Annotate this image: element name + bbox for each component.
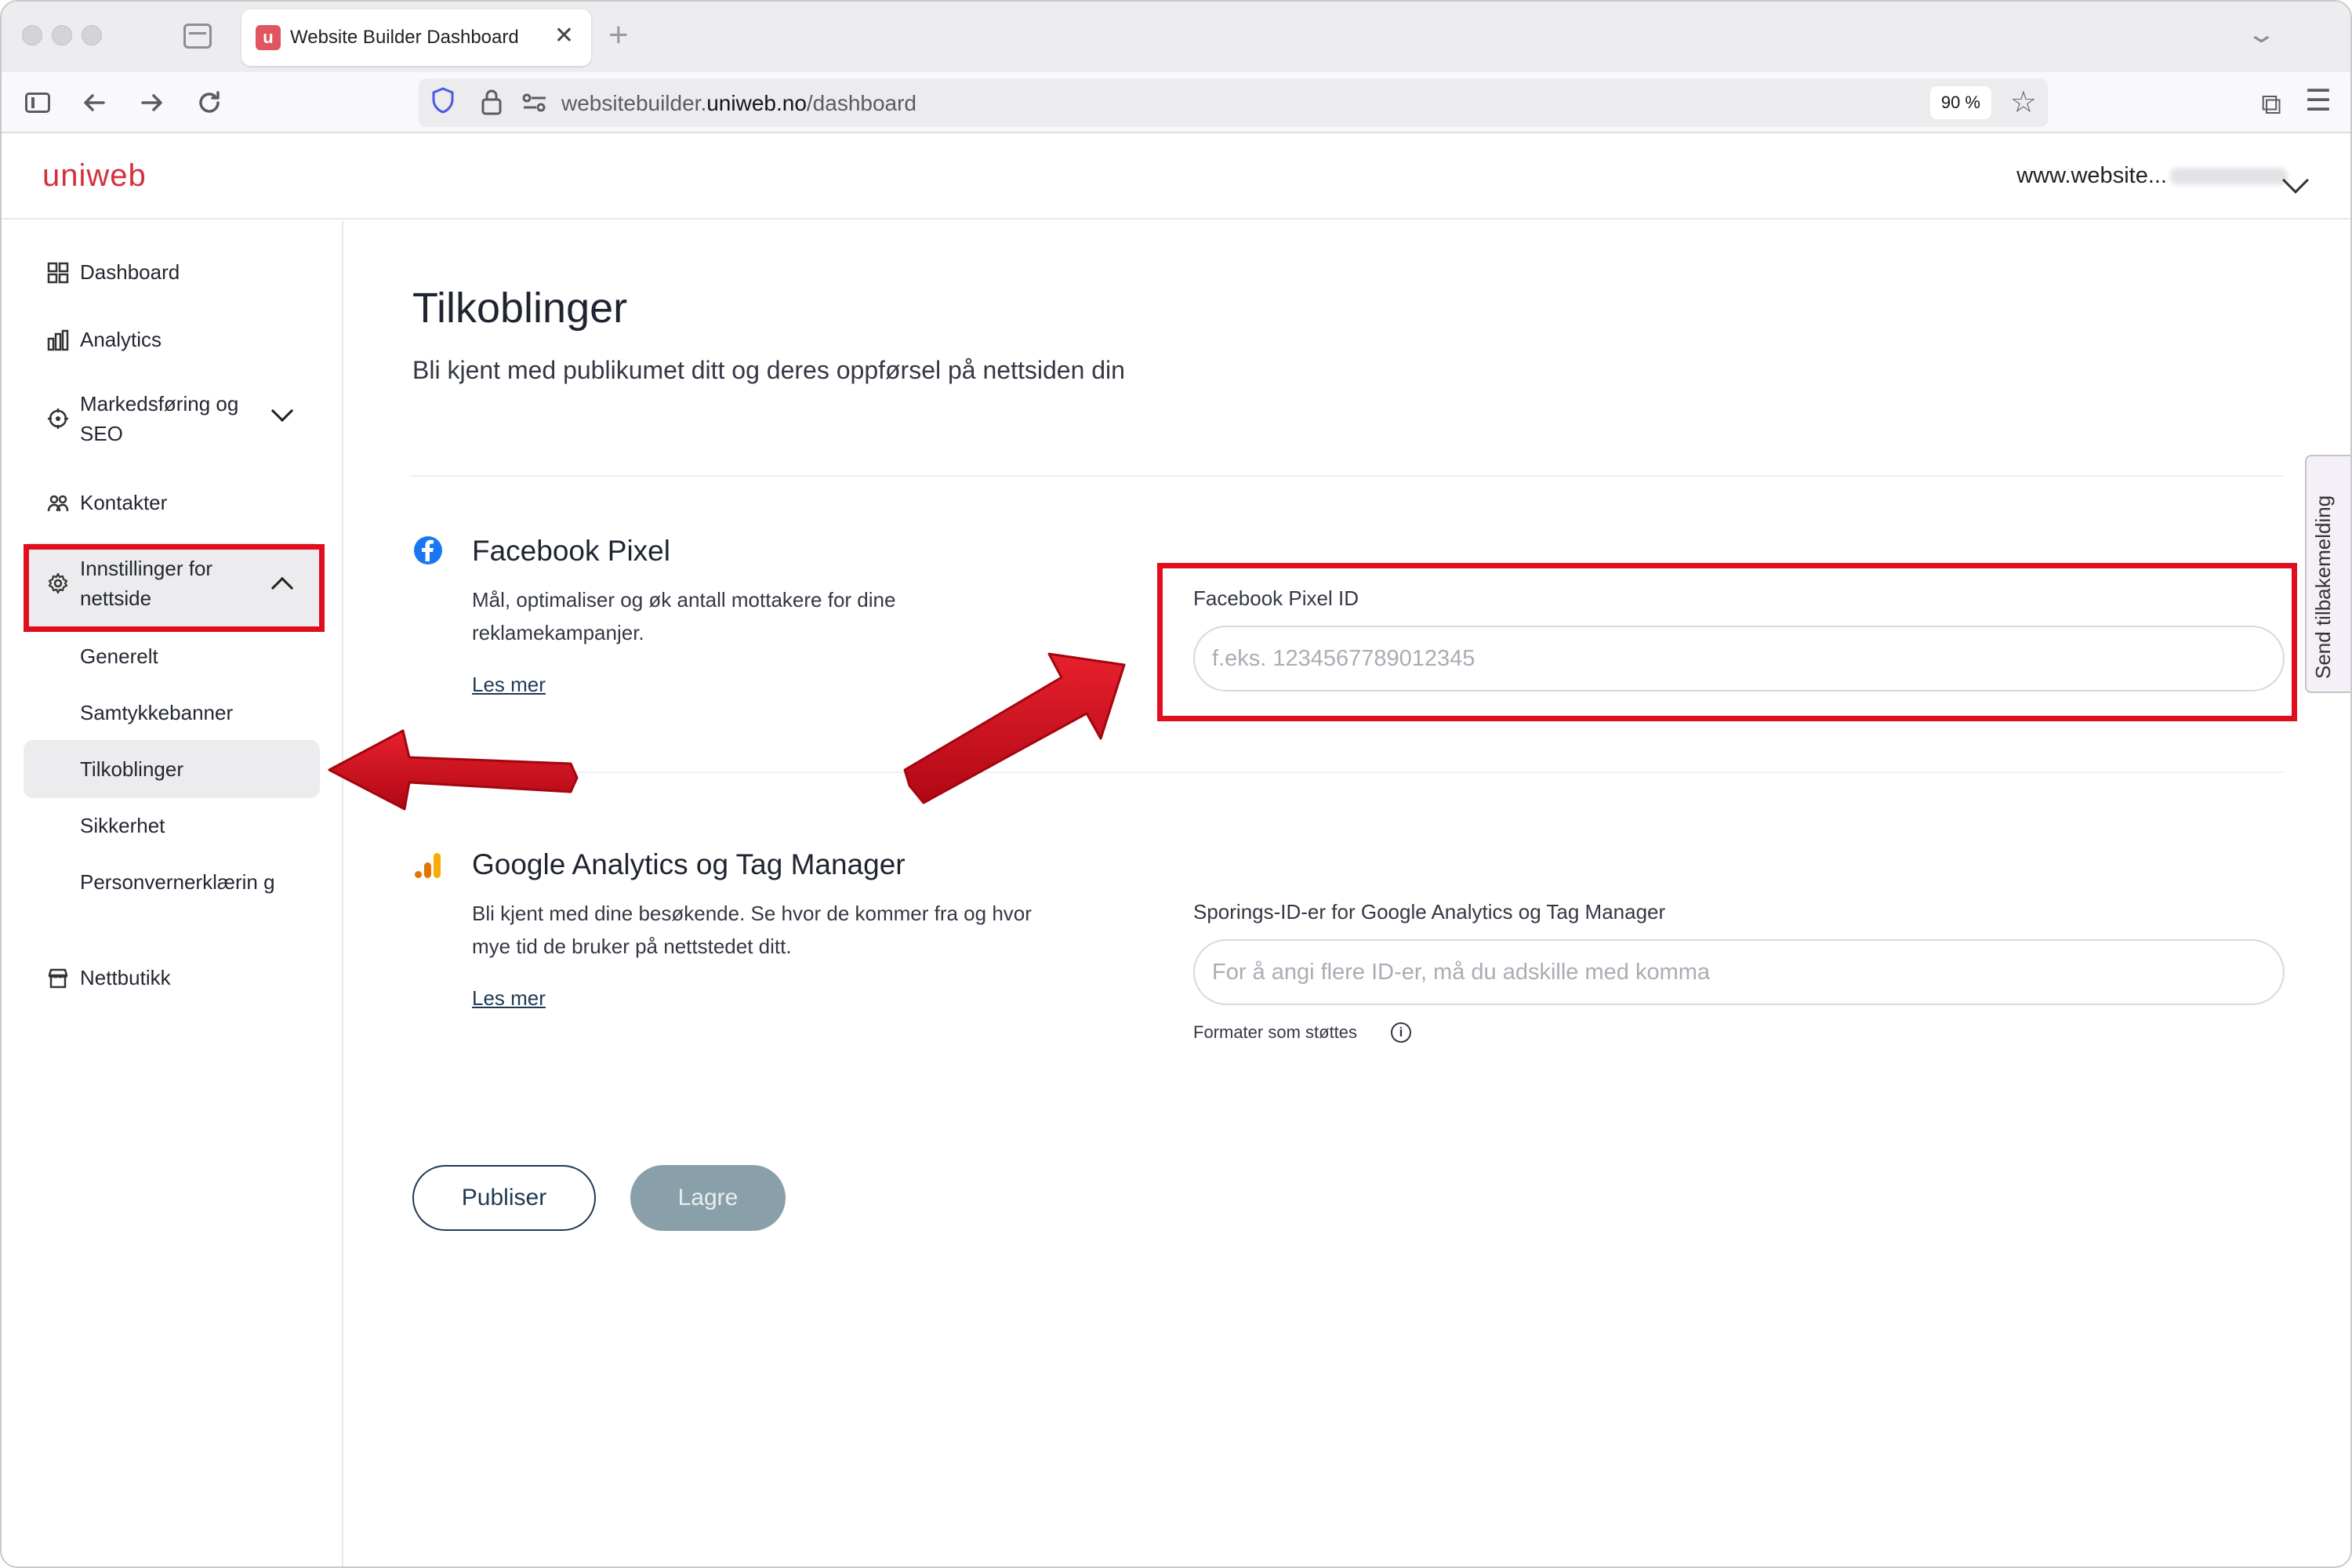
people-icon — [47, 495, 69, 512]
uniweb-logo[interactable]: uniweb — [42, 158, 147, 194]
arrow-to-connections — [328, 729, 579, 811]
sub-item-security[interactable]: Sikkerhet — [80, 811, 165, 840]
bookmark-star-icon[interactable]: ☆ — [2010, 85, 2037, 120]
close-tab-icon[interactable]: ✕ — [554, 22, 574, 49]
google-analytics-icon — [415, 853, 441, 878]
bar-chart-icon — [47, 329, 69, 351]
forward-icon[interactable] — [136, 88, 166, 118]
sidebar-item-webshop[interactable]: Nettbutikk — [24, 963, 320, 994]
url-bar[interactable]: websitebuilder.uniweb.no/dashboard 90 % … — [419, 78, 2048, 127]
tracking-ids-input[interactable] — [1193, 939, 2285, 1005]
target-icon — [48, 408, 68, 429]
blurred-domain — [2170, 168, 2288, 186]
lock-icon[interactable] — [480, 88, 503, 116]
tab-bar: u Website Builder Dashboard ✕ + ⌄ — [2, 2, 2350, 72]
supported-formats-label: Formater som støttes — [1193, 1022, 1358, 1042]
sidebar: Dashboard Analytics Markedsføring og SEO… — [2, 221, 343, 1566]
sidebar-item-label: Analytics — [80, 328, 162, 351]
back-icon[interactable] — [80, 88, 110, 118]
google-analytics-title: Google Analytics og Tag Manager — [472, 848, 906, 880]
info-icon[interactable]: i — [1391, 1022, 1411, 1043]
site-selector[interactable]: www.website... — [2016, 163, 2288, 189]
sidebar-highlight-box — [24, 544, 325, 632]
sidebar-toggle-icon[interactable] — [25, 93, 50, 113]
annotation-arrows — [328, 652, 1126, 811]
minimize-window-button[interactable] — [52, 25, 72, 45]
google-analytics-description: Bli kjent med dine besøkende. Se hvor de… — [472, 902, 1032, 958]
store-icon — [48, 968, 68, 989]
zoom-badge[interactable]: 90 % — [1929, 86, 1991, 119]
facebook-icon — [414, 536, 442, 564]
facebook-learn-more-link[interactable]: Les mer — [472, 673, 546, 697]
tracking-ids-label: Sporings-ID-er for Google Analytics og T… — [1193, 900, 1666, 924]
google-learn-more-link[interactable]: Les mer — [472, 986, 546, 1011]
page-subtitle: Bli kjent med publikumet ditt og deres o… — [412, 356, 1125, 384]
dashboard-grid-icon — [47, 262, 69, 284]
close-window-button[interactable] — [22, 25, 42, 45]
browser-window: u Website Builder Dashboard ✕ + ⌄ websit… — [0, 0, 2352, 1568]
facebook-pixel-description: Mål, optimaliser og øk antall mottakere … — [472, 588, 896, 644]
menu-icon[interactable]: ☰ — [2305, 83, 2332, 118]
sidebar-item-dashboard[interactable]: Dashboard — [24, 257, 320, 289]
new-tab-icon[interactable]: + — [608, 16, 629, 55]
sidebar-item-label: Markedsføring og SEO — [80, 392, 239, 445]
url-text[interactable]: websitebuilder.uniweb.no/dashboard — [561, 91, 916, 116]
pixel-field-highlight-box — [1157, 563, 2297, 721]
section-divider — [409, 475, 2283, 477]
sidebar-item-analytics[interactable]: Analytics — [24, 325, 320, 356]
navigation-bar: websitebuilder.uniweb.no/dashboard 90 % … — [2, 72, 2350, 133]
extensions-icon[interactable]: ⧉ — [2261, 88, 2281, 122]
maximize-window-button[interactable] — [82, 25, 102, 45]
section-divider — [409, 771, 2283, 773]
sidebar-item-label: Kontakter — [80, 491, 168, 514]
app-header: uniweb www.website... — [2, 133, 2350, 220]
feedback-label[interactable]: Send tilbakemelding — [2311, 495, 2336, 679]
sidebar-item-label: Dashboard — [80, 260, 180, 284]
permissions-icon[interactable] — [521, 91, 549, 114]
save-button[interactable]: Lagre — [630, 1165, 786, 1231]
sidebar-item-label: Nettbutikk — [80, 966, 171, 989]
tab-list-chevron-icon[interactable]: ⌄ — [2245, 19, 2277, 49]
sidebar-item-marketing-seo[interactable]: Markedsføring og SEO — [24, 389, 320, 452]
sub-item-connections[interactable]: Tilkoblinger — [80, 754, 183, 784]
page-title: Tilkoblinger — [412, 285, 628, 332]
publish-button[interactable]: Publiser — [412, 1165, 596, 1231]
tracking-shield-icon[interactable] — [431, 86, 455, 114]
tab-title: Website Builder Dashboard — [290, 27, 519, 48]
reload-icon[interactable] — [194, 88, 224, 118]
sidebar-item-contacts[interactable]: Kontakter — [24, 488, 320, 519]
browser-tab[interactable]: u Website Builder Dashboard ✕ — [241, 9, 591, 66]
sub-item-consent-banner[interactable]: Samtykkebanner — [80, 698, 233, 728]
tab-overview-icon[interactable] — [183, 24, 212, 49]
facebook-pixel-title: Facebook Pixel — [472, 535, 670, 567]
sub-item-privacy-policy[interactable]: Personvernerklærin g — [80, 867, 307, 897]
sub-item-general[interactable]: Generelt — [80, 641, 158, 671]
favicon-icon: u — [256, 25, 281, 50]
arrow-to-pixel-field — [903, 652, 1126, 804]
